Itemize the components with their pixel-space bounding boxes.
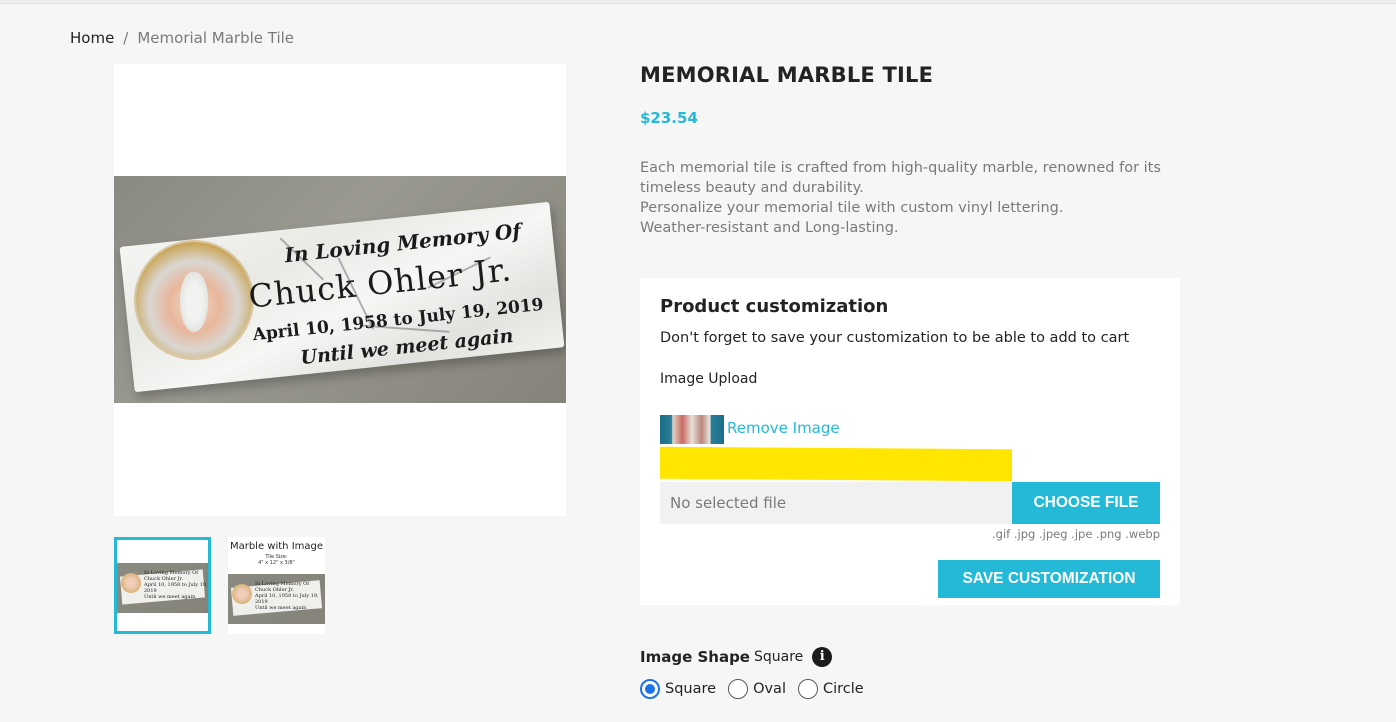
file-name-field[interactable]: No selected file [660,482,1012,524]
radio-square-label: Square [665,681,717,697]
save-customization-button[interactable]: SAVE CUSTOMIZATION [938,560,1160,598]
breadcrumb: Home / Memorial Marble Tile [70,29,294,47]
info-icon[interactable]: i [812,647,833,667]
radio-circle[interactable]: Circle [797,679,864,699]
description-line: Weather-resistant and Long-lasting. [640,220,899,236]
breadcrumb-home-link[interactable]: Home [70,29,114,47]
highlight-mark [660,446,1012,482]
thumbnail-2[interactable]: Marble with Image Tile Size: 4" x 12" x … [228,537,325,634]
radio-square[interactable]: Square [640,679,716,699]
thumbnail-title: Marble with Image [229,541,324,552]
radio-circle-label: Circle [822,681,864,697]
description-line: Each memorial tile is crafted from high-… [640,160,1161,176]
thumbnail-photo: In Loving Memory Of Chuck Ohler Jr. Apri… [117,563,208,613]
radio-circle-button[interactable] [797,679,818,699]
description-line: timeless beauty and durability. [640,180,864,196]
image-shape-selected: Square [753,649,804,665]
product-photo: In Loving Memory Of Chuck Ohler Jr. Apri… [114,176,566,403]
file-upload-row: No selected file CHOOSE FILE [660,482,1160,524]
thumbnail-portrait [121,573,141,593]
allowed-file-types: .gif .jpg .jpeg .jpe .png .webp [992,527,1160,541]
product-main-image[interactable]: In Loving Memory Of Chuck Ohler Jr. Apri… [114,64,566,516]
image-shape-options: Square Oval Circle [640,679,864,699]
remove-image-link[interactable]: Remove Image [727,419,840,437]
image-shape-name: Image Shape [640,648,750,666]
thumbnail-portrait [232,584,252,604]
description-line: Personalize your memorial tile with cust… [640,200,1064,216]
breadcrumb-separator: / [123,29,129,47]
radio-oval[interactable]: Oval [728,679,786,699]
image-shape-label: Image Shape Square i [640,647,833,667]
thumbnail-subtitle: Tile Size: 4" x 12" x 3/8" [258,554,295,566]
uploaded-image-preview [660,415,724,444]
image-upload-label: Image Upload [660,371,758,387]
choose-file-button[interactable]: CHOOSE FILE [1012,482,1160,524]
radio-oval-label: Oval [753,681,786,697]
thumbnail-1[interactable]: In Loving Memory Of Chuck Ohler Jr. Apri… [114,537,211,634]
memorial-portrait [136,242,252,358]
breadcrumb-current: Memorial Marble Tile [137,29,295,47]
product-description: Each memorial tile is crafted from high-… [640,158,1180,238]
portrait-beard [180,272,208,332]
customization-title: Product customization [660,296,889,317]
radio-square-button[interactable] [640,679,660,699]
product-customization-panel: Product customization Don't forget to sa… [640,278,1180,605]
radio-oval-button[interactable] [728,679,749,699]
thumbnail-text: In Loving Memory Of Chuck Ohler Jr. Apri… [144,570,208,600]
product-title: MEMORIAL MARBLE TILE [640,63,934,87]
top-bar [0,0,1396,4]
thumbnail-text: In Loving Memory Of Chuck Ohler Jr. Apri… [255,581,319,611]
customization-note: Don't forget to save your customization … [660,330,1130,346]
product-price: $23.54 [640,109,698,127]
thumbnail-photo: In Loving Memory Of Chuck Ohler Jr. Apri… [228,574,325,624]
